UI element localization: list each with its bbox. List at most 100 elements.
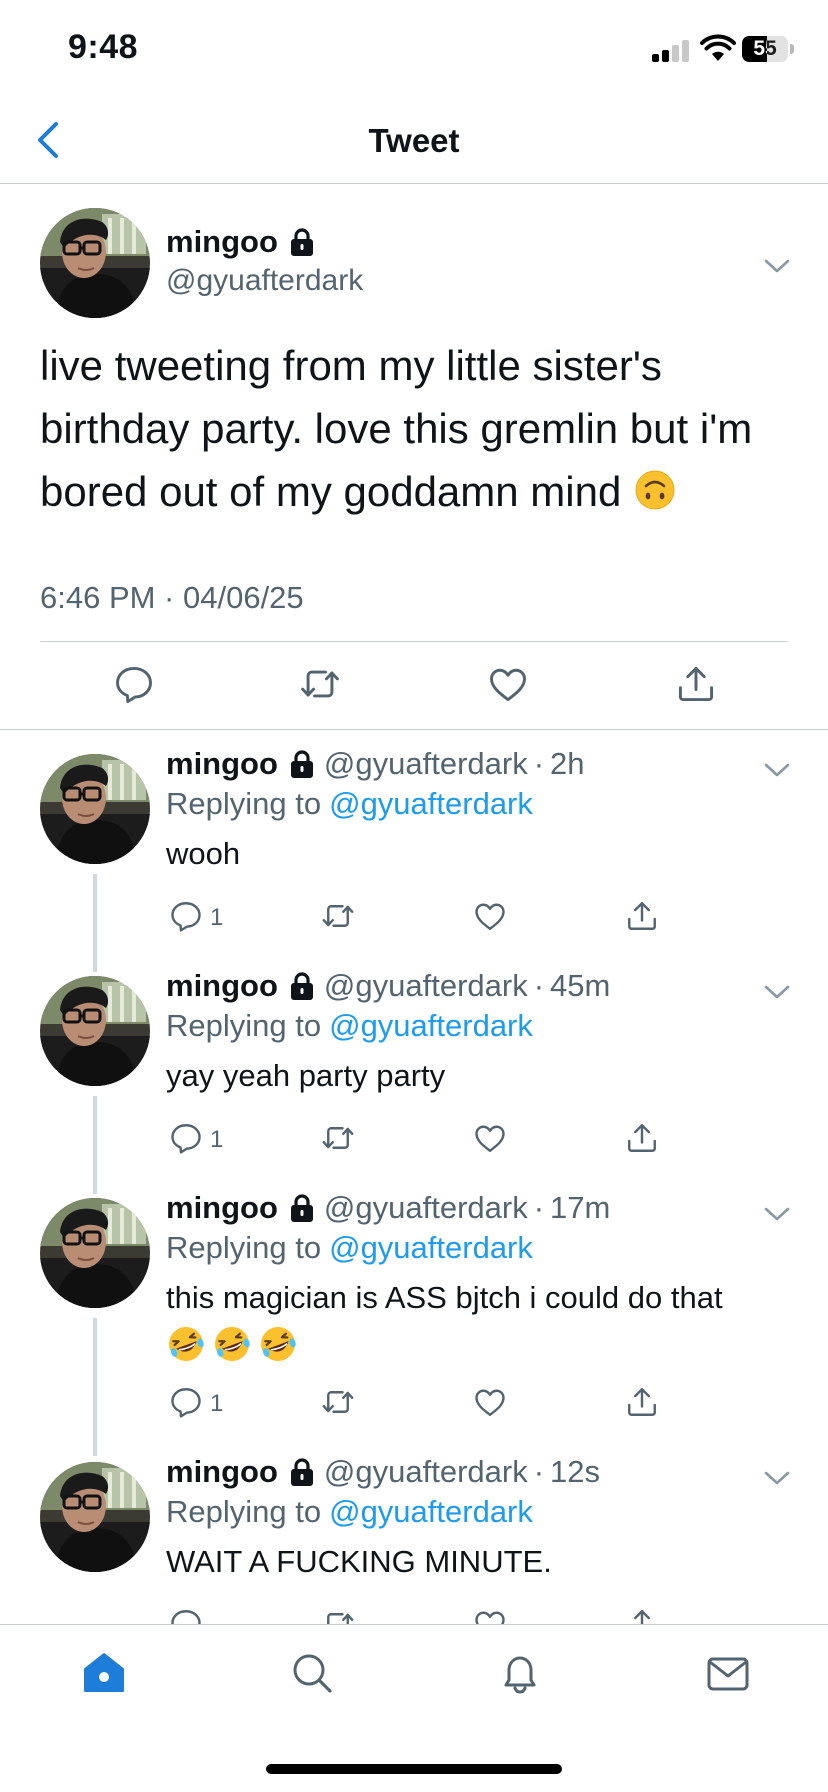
reply-header: mingoo @gyuafterdark · 17m [166, 1190, 610, 1226]
nav-header: Tweet [0, 100, 828, 184]
notifications-icon[interactable] [496, 1649, 544, 1697]
tweet-text: live tweeting from my little sister's bi… [40, 334, 800, 523]
reply-time: 2h [550, 746, 585, 781]
chevron-down-icon[interactable] [762, 1204, 792, 1224]
replying-to-handle[interactable]: @gyuafterdark [329, 1008, 533, 1043]
reply-count: 1 [210, 904, 224, 931]
like-icon[interactable] [472, 1384, 508, 1420]
cellular-signal-icon [652, 38, 692, 62]
battery-level: 55 [753, 37, 777, 60]
emoji-row [166, 1320, 776, 1364]
rolling-on-floor-laughing-emoji-icon [166, 1324, 206, 1364]
reply-actions: 1 [0, 1120, 828, 1164]
reply-text: this magician is ASS bjtch i could do th… [166, 1276, 776, 1364]
retweet-icon[interactable] [298, 662, 342, 706]
reply-time: 17m [550, 1190, 611, 1225]
search-icon[interactable] [288, 1649, 336, 1697]
reply-header: mingoo @gyuafterdark · 12s [166, 1454, 600, 1490]
replying-to-label: Replying to [166, 1230, 322, 1265]
avatar[interactable] [40, 976, 150, 1086]
separator-dot: · [533, 746, 545, 781]
avatar[interactable] [40, 754, 150, 864]
reply-tweet[interactable]: mingoo @gyuafterdark · 2h Replying to @gy… [0, 730, 828, 952]
main-tweet: mingoo @gyuafterdark live tweeting from … [0, 184, 828, 730]
reply-icon[interactable] [168, 1120, 204, 1156]
avatar[interactable] [40, 1198, 150, 1308]
chevron-down-icon[interactable] [762, 256, 792, 276]
reply-count: 1 [210, 1390, 224, 1417]
separator-dot: · [533, 1190, 545, 1225]
share-icon[interactable] [624, 898, 660, 934]
home-icon[interactable] [80, 1649, 128, 1697]
reply-header: mingoo @gyuafterdark · 45m [166, 968, 610, 1004]
chevron-down-icon[interactable] [762, 760, 792, 780]
retweet-icon[interactable] [320, 898, 356, 934]
reply-icon[interactable] [168, 1384, 204, 1420]
replying-to: Replying to @gyuafterdark [166, 1230, 533, 1266]
replying-to-label: Replying to [166, 1494, 322, 1529]
share-icon[interactable] [624, 1120, 660, 1156]
wifi-icon [700, 34, 736, 64]
author-name[interactable]: mingoo [166, 1454, 278, 1490]
battery-tip [790, 44, 794, 54]
author-name-row[interactable]: mingoo [166, 224, 316, 260]
reply-tweet[interactable]: mingoo @gyuafterdark · 17m Replying to @g… [0, 1174, 828, 1438]
chevron-down-icon[interactable] [762, 982, 792, 1002]
replying-to: Replying to @gyuafterdark [166, 786, 533, 822]
status-time: 9:48 [68, 28, 139, 66]
author-name: mingoo [166, 224, 278, 259]
author-handle[interactable]: @gyuafterdark [324, 746, 528, 782]
reply-text: yay yeah party party [166, 1058, 446, 1093]
lock-icon [288, 749, 316, 779]
avatar[interactable] [40, 1462, 150, 1572]
rolling-on-floor-laughing-emoji-icon [212, 1324, 252, 1364]
reply-actions: 1 [0, 1384, 828, 1428]
share-icon[interactable] [674, 662, 718, 706]
reply-icon[interactable] [112, 662, 156, 706]
replying-to: Replying to @gyuafterdark [166, 1494, 533, 1530]
home-indicator [266, 1764, 562, 1774]
reply-text-body: this magician is ASS bjtch i could do th… [166, 1280, 723, 1315]
retweet-icon[interactable] [320, 1384, 356, 1420]
avatar[interactable] [40, 208, 150, 318]
like-icon[interactable] [486, 662, 530, 706]
upside-down-face-emoji-icon [635, 470, 675, 510]
replying-to-handle[interactable]: @gyuafterdark [329, 786, 533, 821]
reply-tweet[interactable]: mingoo @gyuafterdark · 45m Replying to @g… [0, 952, 828, 1174]
reply-icon[interactable] [168, 898, 204, 934]
page-title: Tweet [368, 122, 460, 159]
reply-time: 45m [550, 968, 611, 1003]
author-handle[interactable]: @gyuafterdark [324, 968, 528, 1004]
replying-to-label: Replying to [166, 786, 322, 821]
lock-icon [288, 971, 316, 1001]
author-name[interactable]: mingoo [166, 746, 278, 782]
reply-header: mingoo @gyuafterdark · 2h [166, 746, 585, 782]
replying-to: Replying to @gyuafterdark [166, 1008, 533, 1044]
tweet-timestamp[interactable]: 6:46 PM · 04/06/25 [40, 580, 304, 616]
like-icon[interactable] [472, 1120, 508, 1156]
like-icon[interactable] [472, 898, 508, 934]
author-handle[interactable]: @gyuafterdark [324, 1190, 528, 1226]
reply-text: wooh [166, 836, 241, 871]
reply-time: 12s [550, 1454, 601, 1489]
replying-to-handle[interactable]: @gyuafterdark [329, 1494, 533, 1529]
author-name[interactable]: mingoo [166, 1190, 278, 1226]
battery-icon: 55 [742, 36, 788, 62]
messages-icon[interactable] [704, 1649, 752, 1697]
lock-icon [288, 227, 316, 257]
author-handle[interactable]: @gyuafterdark [324, 1454, 528, 1490]
status-bar: 9:48 55 [0, 0, 828, 100]
reply-text: WAIT A FUCKING MINUTE. [166, 1544, 552, 1579]
author-name[interactable]: mingoo [166, 968, 278, 1004]
chevron-down-icon[interactable] [762, 1468, 792, 1488]
replying-to-label: Replying to [166, 1008, 322, 1043]
separator-dot: · [533, 1454, 545, 1489]
author-handle[interactable]: @gyuafterdark [166, 264, 363, 298]
lock-icon [288, 1193, 316, 1223]
lock-icon [288, 1457, 316, 1487]
replying-to-handle[interactable]: @gyuafterdark [329, 1230, 533, 1265]
tweet-actions [0, 642, 828, 730]
reply-actions: 1 [0, 898, 828, 942]
retweet-icon[interactable] [320, 1120, 356, 1156]
share-icon[interactable] [624, 1384, 660, 1420]
